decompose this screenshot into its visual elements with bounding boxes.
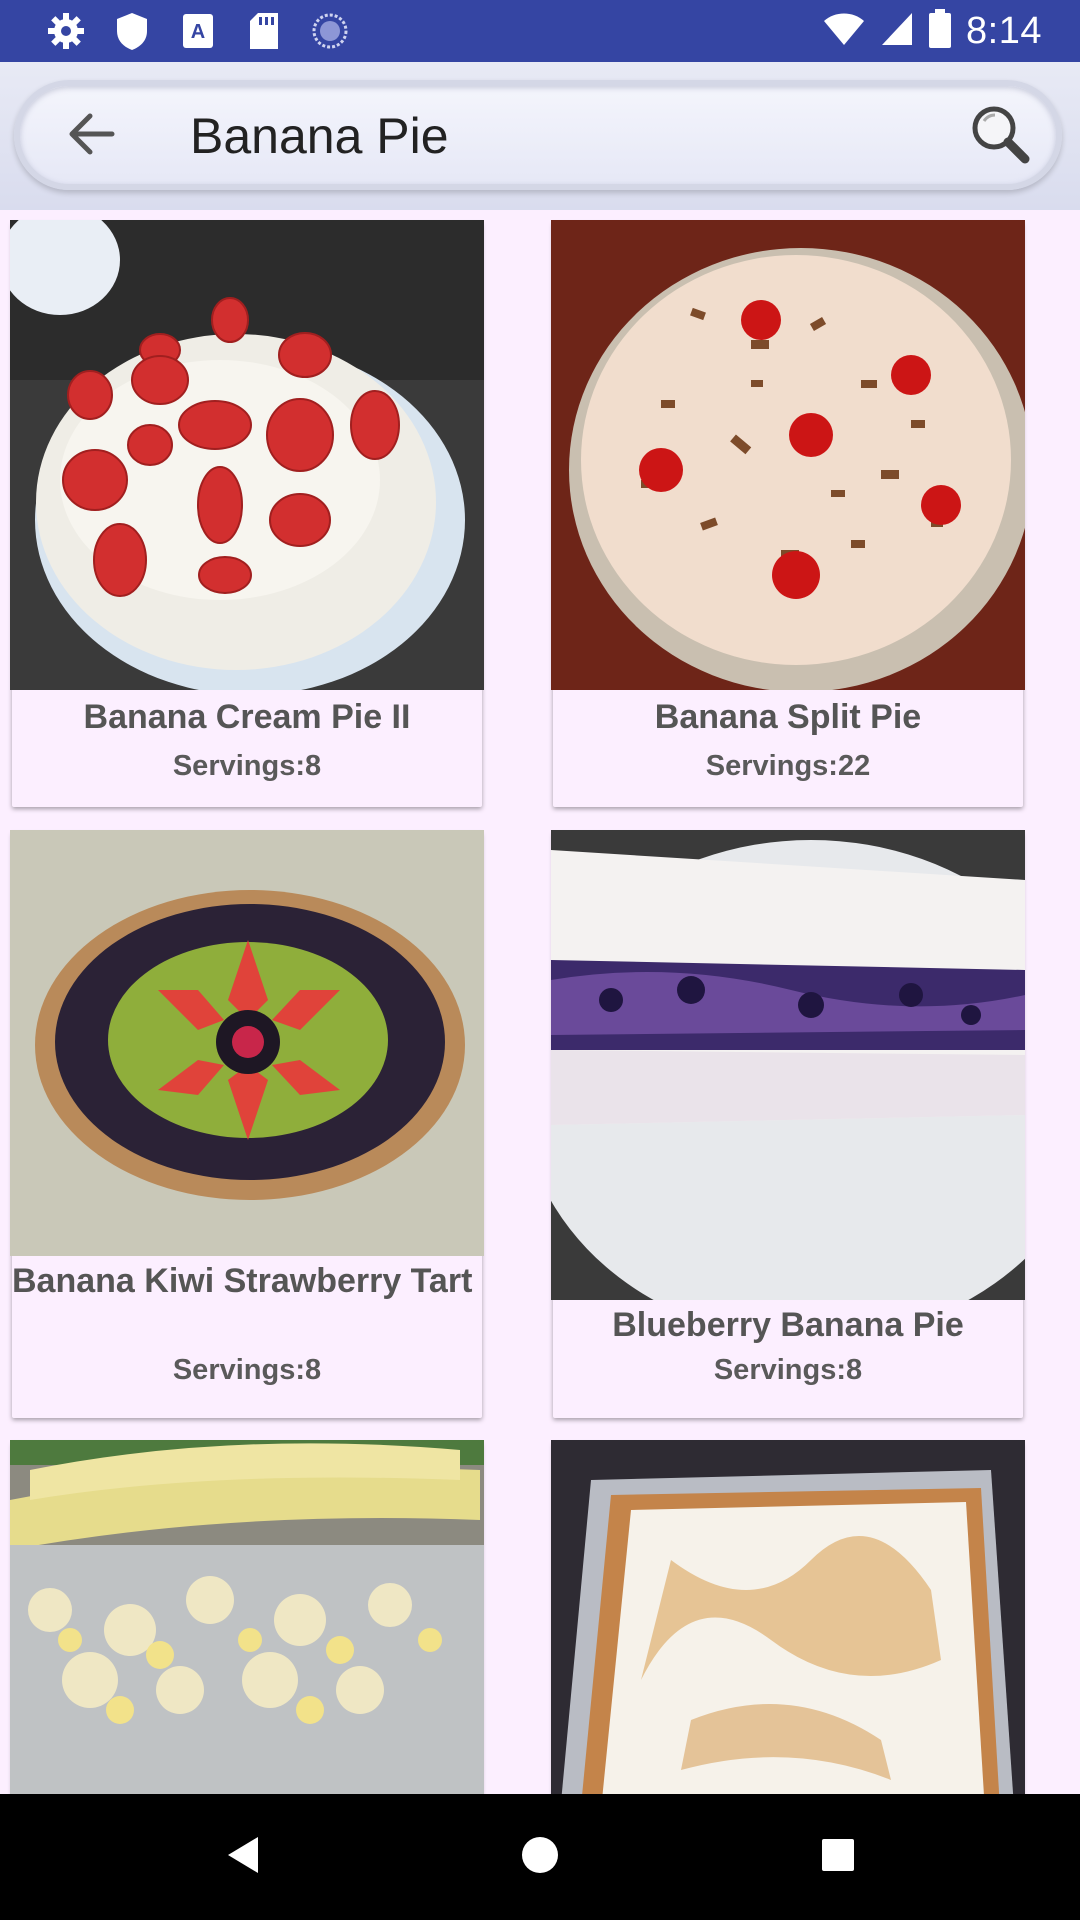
recipe-image-banana-pineapple-dish [10, 1440, 484, 1794]
recipe-servings: Servings:8 [172, 750, 322, 782]
search-field[interactable]: Banana Pie [14, 80, 1062, 190]
recipe-servings: Servings:22 [705, 750, 871, 782]
navigation-bar [0, 1794, 1080, 1920]
recipe-image-strawberry-cream-pie [10, 220, 484, 690]
magnifier-icon [967, 101, 1033, 172]
status-left-icons: A [46, 11, 350, 51]
svg-text:A: A [191, 21, 205, 43]
settings-icon [46, 11, 86, 51]
wifi-icon [822, 11, 866, 52]
recipe-card[interactable]: Banana Cream Pie II Servings:8 [10, 220, 484, 807]
shield-icon [112, 11, 152, 51]
recipe-card[interactable]: Banana Split Pie Servings:22 [551, 220, 1025, 807]
font-a-icon: A [178, 11, 218, 51]
nav-home-button[interactable] [505, 1822, 575, 1892]
recents-square-icon [820, 1837, 856, 1878]
recipe-card[interactable] [10, 1440, 484, 1794]
status-right: 8:14 [822, 8, 1042, 54]
search-toolbar: Banana Pie [0, 62, 1080, 210]
recipe-card[interactable]: Blueberry Banana Pie Servings:8 [551, 830, 1025, 1418]
back-triangle-icon [222, 1833, 262, 1882]
recipe-card[interactable] [551, 1440, 1025, 1794]
sync-circle-icon [310, 11, 350, 51]
recipe-image-blueberry-pie-slice [551, 830, 1025, 1300]
recipe-image-meringue-pudding-tray [551, 1440, 1025, 1794]
recipe-card[interactable]: Banana Kiwi Strawberry Tart Servings:8 [10, 830, 484, 1418]
sd-card-icon [244, 11, 284, 51]
recipe-title: Blueberry Banana Pie [612, 1306, 964, 1344]
clock: 8:14 [966, 9, 1042, 52]
recipe-image-fruit-berry-tart [10, 830, 484, 1256]
nav-back-button[interactable] [207, 1822, 277, 1892]
back-button[interactable] [56, 106, 126, 166]
nav-recents-button[interactable] [803, 1822, 873, 1892]
recipe-servings: Servings:8 [172, 1354, 322, 1386]
arrow-left-icon [66, 112, 116, 161]
status-bar: A 8:14 [0, 0, 1080, 62]
home-circle-icon [520, 1835, 560, 1880]
signal-icon [880, 11, 914, 52]
recipe-grid: Banana Cream Pie II Servings:8 Banana Sp… [0, 210, 1080, 1794]
search-query[interactable]: Banana Pie [190, 104, 449, 168]
recipe-servings: Servings:8 [713, 1354, 863, 1386]
recipe-title: Banana Split Pie [654, 698, 922, 736]
battery-icon [928, 8, 952, 54]
recipe-title: Banana Cream Pie II [83, 698, 411, 736]
search-button[interactable] [964, 100, 1036, 172]
recipe-title: Banana Kiwi Strawberry Tart [12, 1262, 473, 1300]
recipe-image-cherry-cream-pie [551, 220, 1025, 690]
